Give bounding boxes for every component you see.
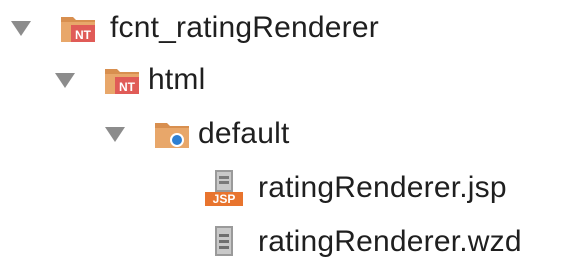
package-folder-icon [152, 116, 194, 152]
chevron-down-icon[interactable] [6, 13, 36, 43]
module-folder-icon: NT [58, 10, 100, 46]
tree-row-html[interactable]: NT html [50, 54, 205, 106]
text-file-icon [204, 222, 244, 262]
tree-row-wzd-file[interactable]: ratingRenderer.wzd [204, 216, 522, 268]
nt-badge: NT [119, 80, 136, 94]
tree-item-label: ratingRenderer.wzd [258, 225, 522, 258]
tree-row-default[interactable]: default [100, 108, 289, 160]
tree-item-label: html [148, 63, 206, 96]
chevron-down-icon[interactable] [100, 119, 130, 149]
nt-badge: NT [75, 28, 92, 42]
jsp-file-icon: JSP [204, 168, 244, 208]
tree-item-label: ratingRenderer.jsp [258, 171, 507, 204]
chevron-down-icon[interactable] [50, 65, 80, 95]
tree-item-label: fcnt_ratingRenderer [110, 11, 379, 44]
project-tree: NT fcnt_ratingRenderer NT html default J… [0, 0, 587, 264]
tree-row-root[interactable]: NT fcnt_ratingRenderer [6, 2, 379, 54]
tree-row-jsp-file[interactable]: JSP ratingRenderer.jsp [204, 162, 507, 214]
tree-item-label: default [198, 117, 290, 150]
module-folder-icon: NT [102, 62, 144, 98]
jsp-badge: JSP [213, 192, 236, 206]
